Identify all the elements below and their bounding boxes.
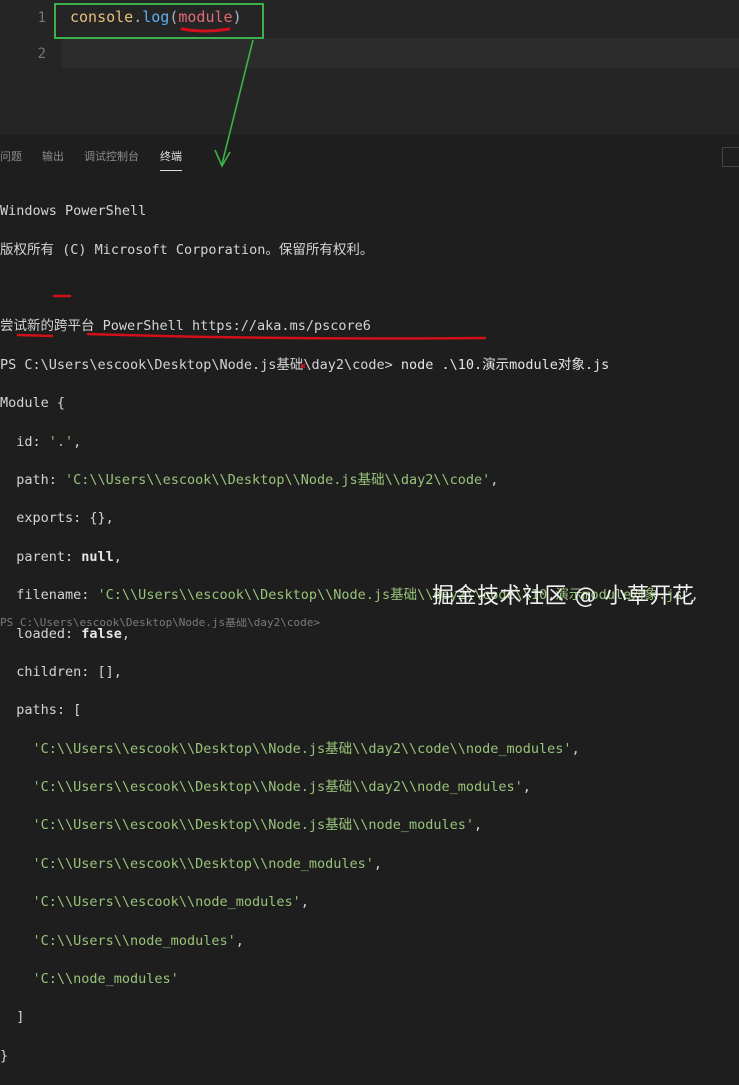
terminal-line: Windows PowerShell (0, 203, 147, 220)
property-key: path: (0, 471, 66, 488)
terminal-output[interactable]: Windows PowerShell 版权所有 (C) Microsoft Co… (0, 183, 739, 1085)
terminal-line: 'C:\\Users\\escook\\Desktop\\Node.js基础\\… (32, 779, 531, 796)
terminal-prompt: PS C:\Users\escook\Desktop\Node.js基础\day… (0, 356, 401, 373)
current-line-highlight (62, 38, 739, 68)
terminal-line: 'C:\\Users\\escook\\node_modules', (32, 894, 309, 911)
line-number: 2 (37, 46, 46, 62)
path-entry: 'C:\\Users\\node_modules' (32, 932, 236, 949)
property-value: '.' (48, 433, 74, 450)
terminal-line: 'C:\\Users\\escook\\Desktop\\Node.js基础\\… (32, 817, 483, 834)
terminal-line: Module { (0, 395, 66, 412)
path-entry: 'C:\\Users\\escook\\Desktop\\Node.js基础\\… (32, 740, 572, 757)
watermark: 掘金技术社区 @ 小草开花 (432, 584, 695, 609)
path-entry: 'C:\\Users\\escook\\node_modules' (32, 894, 301, 911)
terminal-line: 尝试新的跨平台 PowerShell https://aka.ms/pscore… (0, 318, 371, 335)
tab-output[interactable]: 输出 (42, 150, 64, 170)
terminal-line: parent: null, (0, 548, 122, 565)
terminal-partial-prompt: PS C:\Users\escook\Desktop\Node.js基础\day… (0, 618, 327, 628)
line-number: 1 (37, 10, 46, 26)
terminal-line: 'C:\\node_modules' (0, 970, 739, 989)
terminal-line: children: [], (0, 663, 122, 680)
terminal-line: exports: {}, (0, 510, 114, 527)
property-key: parent: (0, 548, 82, 565)
path-entry: 'C:\\Users\\escook\\Desktop\\node_module… (32, 855, 374, 872)
terminal-line: 'C:\\Users\\escook\\Desktop\\node_module… (32, 855, 383, 872)
terminal-line: path: 'C:\\Users\\escook\\Desktop\\Node.… (0, 471, 499, 488)
property-value: 'C:\\Users\\escook\\Desktop\\Node.js基础\\… (65, 471, 491, 488)
terminal-line: paths: [ (0, 702, 82, 719)
terminal-line: 'C:\\Users\\node_modules', (32, 932, 244, 949)
code-editor[interactable]: 1 2 console.log(module) (0, 0, 739, 135)
terminal-line: id: '.', (0, 433, 82, 450)
terminal-prompt-line: PS C:\Users\escook\Desktop\Node.js基础\day… (0, 356, 739, 375)
terminal-line: 版权所有 (C) Microsoft Corporation。保留所有权利。 (0, 241, 374, 258)
terminal-line: 'C:\\Users\\escook\\Desktop\\Node.js基础\\… (32, 740, 580, 757)
annotation-box (54, 3, 264, 39)
tab-debug-console[interactable]: 调试控制台 (84, 150, 139, 170)
property-key: id: (0, 433, 49, 450)
terminal-line: } (0, 1047, 9, 1064)
tab-terminal[interactable]: 终端 (160, 150, 182, 171)
property-key: filename: (0, 587, 98, 604)
terminal-line: ] (0, 1009, 25, 1026)
panel-tab-bar: 问题 输出 调试控制台 终端 (0, 140, 739, 176)
path-entry: 'C:\\Users\\escook\\Desktop\\Node.js基础\\… (32, 779, 523, 796)
path-entry: 'C:\\Users\\escook\\Desktop\\Node.js基础\\… (32, 817, 475, 834)
terminal-command: node .\10.演示module对象.js (400, 356, 610, 373)
tab-problems[interactable]: 问题 (0, 150, 22, 170)
path-entry: 'C:\\node_modules' (32, 971, 179, 988)
property-value: null (81, 548, 114, 565)
panel-toolbar-edge[interactable] (722, 147, 739, 167)
